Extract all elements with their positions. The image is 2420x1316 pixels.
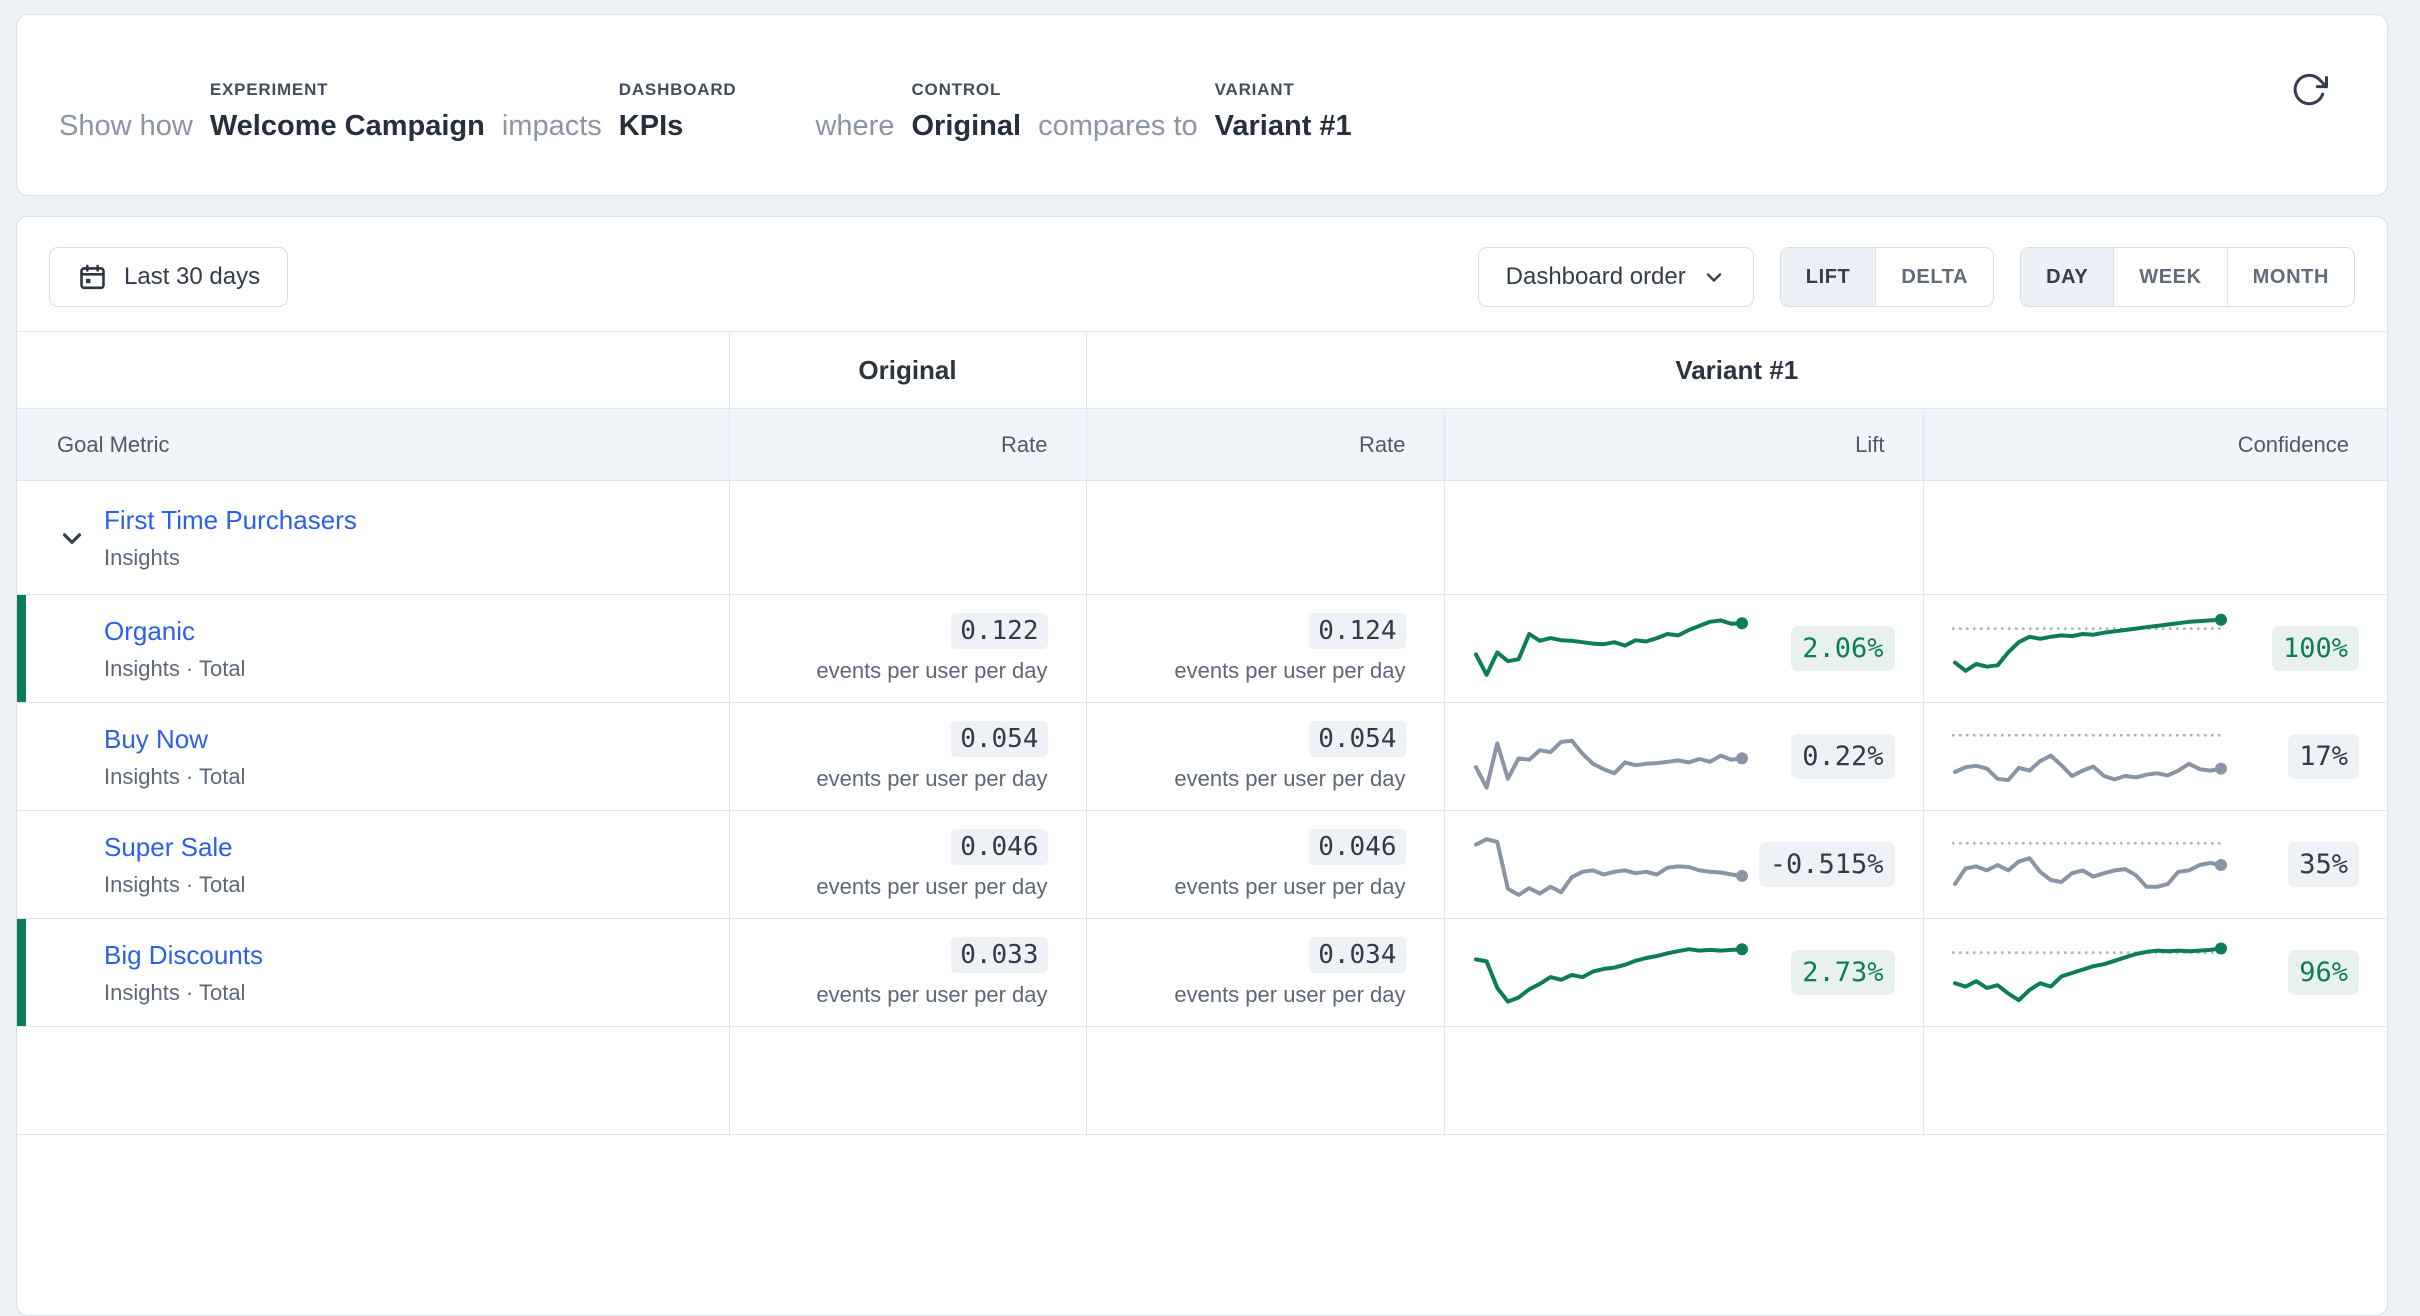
- metric-name-link[interactable]: Organic: [104, 616, 245, 647]
- metric-name-link[interactable]: Big Discounts: [104, 940, 263, 971]
- dashboard-order-dropdown[interactable]: Dashboard order: [1478, 247, 1754, 307]
- query-bar-panel: Show how EXPERIMENT Welcome Campaign imp…: [16, 14, 2388, 196]
- toggle-option-week[interactable]: WEEK: [2113, 248, 2226, 306]
- dashboard-picker[interactable]: DASHBOARD KPIs: [619, 80, 737, 143]
- experiment-value[interactable]: Welcome Campaign: [210, 109, 485, 143]
- sentence-word-show-how: Show how: [59, 109, 193, 143]
- query-sentence: Show how EXPERIMENT Welcome Campaign imp…: [17, 15, 2387, 195]
- original-rate-value: 0.033: [951, 937, 1047, 973]
- sentence-word-impacts: impacts: [502, 109, 602, 143]
- empty-header-cell: [17, 332, 729, 409]
- confidence-value-badge: 100%: [2272, 626, 2359, 671]
- variant-rate-value: 0.034: [1309, 937, 1405, 973]
- lift-value-badge: 2.73%: [1791, 950, 1894, 995]
- date-range-button[interactable]: Last 30 days: [49, 247, 288, 307]
- metric-subtitle: Insights · Total: [104, 872, 245, 898]
- rate-unit: events per user per day: [816, 874, 1047, 900]
- significance-accent-bar: [17, 595, 26, 702]
- metric-subtitle: Insights · Total: [104, 656, 245, 682]
- metric-name-link[interactable]: Buy Now: [104, 724, 245, 755]
- toggle-option-month[interactable]: MONTH: [2227, 248, 2354, 306]
- collapse-group-button[interactable]: [57, 523, 87, 553]
- original-group-header: Original: [729, 332, 1086, 409]
- rate-unit: events per user per day: [1174, 766, 1405, 792]
- lift-column-header: Lift: [1444, 409, 1923, 481]
- toggle-option-delta[interactable]: DELTA: [1875, 248, 1993, 306]
- control-label: CONTROL: [911, 80, 1001, 100]
- confidence-value-badge: 17%: [2288, 734, 2359, 779]
- confidence-column-header: Confidence: [1923, 409, 2387, 481]
- table-row-organic: Organic Insights · Total 0.122 events pe…: [17, 595, 2387, 703]
- group-subtitle: Insights: [104, 545, 357, 571]
- original-rate-value: 0.046: [951, 829, 1047, 865]
- rate-unit: events per user per day: [1174, 982, 1405, 1008]
- rate-unit: events per user per day: [816, 982, 1047, 1008]
- metric-name-link[interactable]: Super Sale: [104, 832, 245, 863]
- report-panel: Last 30 days Dashboard order LIFT DELTA …: [16, 216, 2388, 1316]
- variant-rate-value: 0.046: [1309, 829, 1405, 865]
- confidence-value-badge: 96%: [2288, 950, 2359, 995]
- chevron-down-icon: [57, 541, 87, 556]
- control-value[interactable]: Original: [911, 109, 1021, 143]
- variant-rate-column-header: Rate: [1086, 409, 1444, 481]
- experiment-picker[interactable]: EXPERIMENT Welcome Campaign: [210, 80, 485, 143]
- control-picker[interactable]: CONTROL Original: [911, 80, 1021, 143]
- lift-sparkline: [1471, 607, 1751, 691]
- dashboard-value[interactable]: KPIs: [619, 109, 683, 143]
- variant-rate-value: 0.124: [1309, 613, 1405, 649]
- lift-sparkline: [1471, 715, 1751, 799]
- experiment-label: EXPERIMENT: [210, 80, 329, 100]
- lift-sparkline: [1471, 823, 1751, 907]
- table-row-buy-now: Buy Now Insights · Total 0.054 events pe…: [17, 703, 2387, 811]
- significance-accent-bar: [17, 919, 26, 1026]
- toggle-option-lift[interactable]: LIFT: [1781, 248, 1876, 306]
- lift-value-badge: 2.06%: [1791, 626, 1894, 671]
- variant-picker[interactable]: VARIANT Variant #1: [1215, 80, 1352, 143]
- metric-subtitle: Insights · Total: [104, 764, 245, 790]
- lift-value-badge: -0.515%: [1759, 842, 1895, 887]
- rate-unit: events per user per day: [816, 766, 1047, 792]
- sentence-word-compares-to: compares to: [1038, 109, 1198, 143]
- original-rate-value: 0.122: [951, 613, 1047, 649]
- metrics-table: Original Variant #1 Goal Metric Rate Rat…: [17, 331, 2387, 1135]
- variant-rate-value: 0.054: [1309, 721, 1405, 757]
- report-toolbar: Last 30 days Dashboard order LIFT DELTA …: [17, 217, 2387, 307]
- confidence-sparkline: [1950, 823, 2230, 907]
- lift-sparkline: [1471, 931, 1751, 1015]
- toggle-option-day[interactable]: DAY: [2021, 248, 2113, 306]
- lift-value-badge: 0.22%: [1791, 734, 1894, 779]
- rate-unit: events per user per day: [816, 658, 1047, 684]
- confidence-sparkline: [1950, 715, 2230, 799]
- dashboard-label: DASHBOARD: [619, 80, 737, 100]
- table-row-big-discounts: Big Discounts Insights · Total 0.033 eve…: [17, 919, 2387, 1027]
- date-range-label: Last 30 days: [124, 263, 260, 291]
- variant-group-header: Variant #1: [1086, 332, 2387, 409]
- confidence-sparkline: [1950, 931, 2230, 1015]
- variant-label: VARIANT: [1215, 80, 1295, 100]
- confidence-sparkline: [1950, 607, 2230, 691]
- rate-unit: events per user per day: [1174, 658, 1405, 684]
- variant-group-header-row: Original Variant #1: [17, 332, 2387, 409]
- rate-unit: events per user per day: [1174, 874, 1405, 900]
- table-row-super-sale: Super Sale Insights · Total 0.046 events…: [17, 811, 2387, 919]
- metric-subtitle: Insights · Total: [104, 980, 263, 1006]
- confidence-value-badge: 35%: [2288, 842, 2359, 887]
- table-row-partial: [17, 1027, 2387, 1135]
- column-header-row: Goal Metric Rate Rate Lift Confidence: [17, 409, 2387, 481]
- original-rate-value: 0.054: [951, 721, 1047, 757]
- chevron-down-icon: [1702, 265, 1726, 289]
- group-name-link[interactable]: First Time Purchasers: [104, 505, 357, 536]
- refresh-icon: [2289, 98, 2329, 113]
- variant-value[interactable]: Variant #1: [1215, 109, 1352, 143]
- granularity-toggle: DAY WEEK MONTH: [2020, 247, 2355, 307]
- table-row-group: First Time Purchasers Insights: [17, 481, 2387, 595]
- sentence-word-where: where: [815, 109, 894, 143]
- calendar-icon: [77, 262, 108, 293]
- original-rate-column-header: Rate: [729, 409, 1086, 481]
- toolbar-right-group: Dashboard order LIFT DELTA DAY WEEK MONT…: [1478, 247, 2355, 307]
- refresh-button[interactable]: [2287, 69, 2331, 113]
- goal-metric-column-header: Goal Metric: [17, 409, 729, 481]
- lift-delta-toggle: LIFT DELTA: [1780, 247, 1994, 307]
- dashboard-order-label: Dashboard order: [1506, 263, 1686, 291]
